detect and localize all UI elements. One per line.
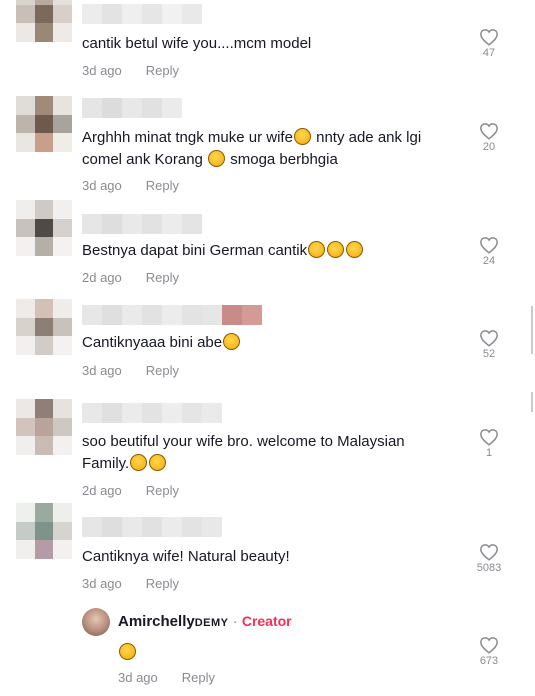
like-count: 24 (482, 255, 496, 267)
comment-text: Arghhh minat tngk muke ur wife nnty ade … (82, 127, 462, 171)
like-count: 47 (482, 47, 496, 59)
like-count: 673 (479, 655, 499, 667)
heart-outline-icon (480, 29, 498, 46)
comment-text-part: Cantiknyaaa bini abe (82, 334, 223, 351)
heart-outline-icon (480, 429, 498, 446)
username-blurred[interactable] (82, 403, 222, 423)
username-blurred[interactable] (82, 305, 262, 325)
avatar[interactable] (16, 0, 72, 42)
comment-time: 2d ago (82, 483, 122, 498)
comment-time: 3d ago (82, 363, 122, 378)
reply-button[interactable]: Reply (146, 270, 179, 285)
comment-time: 3d ago (82, 576, 122, 591)
comment-meta: 3d ago Reply (118, 670, 215, 685)
scrollbar[interactable] (531, 306, 533, 354)
comment-time: 3d ago (82, 63, 122, 78)
like-button[interactable]: 24 (474, 236, 504, 267)
comment-time: 2d ago (82, 270, 122, 285)
comment-text-part: Arghhh minat tngk muke ur wife (82, 129, 293, 146)
reply-button[interactable]: Reply (146, 63, 179, 78)
avatar[interactable] (16, 399, 72, 455)
reply-button[interactable]: Reply (146, 178, 179, 193)
comment-text-part: smoga berbhgia (226, 151, 338, 168)
heart-outline-icon (480, 123, 498, 140)
emoji-icon (149, 454, 167, 471)
emoji-icon (208, 150, 226, 167)
comment-meta: 2d ago Reply (82, 270, 179, 285)
like-count: 20 (482, 141, 496, 153)
comment-meta: 3d ago Reply (82, 63, 179, 78)
comment-meta: 3d ago Reply (82, 576, 179, 591)
emoji-icon (327, 241, 345, 258)
like-button[interactable]: 20 (474, 122, 504, 153)
heart-outline-icon (480, 544, 498, 561)
heart-outline-icon (480, 237, 498, 254)
comment-meta: 3d ago Reply (82, 178, 179, 193)
comment-text: cantik betul wife you....mcm model (82, 35, 312, 52)
comment-text: soo beutiful your wife bro. welcome to M… (82, 431, 442, 475)
username-blurred[interactable] (82, 4, 202, 24)
comment-meta: 2d ago Reply (82, 483, 179, 498)
creator-avatar[interactable] (82, 608, 110, 636)
like-button[interactable]: 47 (474, 28, 504, 59)
reply-button[interactable]: Reply (146, 576, 179, 591)
comment-text-part: Bestnya dapat bini German cantik (82, 242, 308, 259)
comment-meta: 3d ago Reply (82, 363, 179, 378)
reply-button[interactable]: Reply (146, 483, 179, 498)
creator-name-small: DEMY (194, 617, 229, 629)
reply-button[interactable]: Reply (182, 670, 215, 685)
emoji-icon (308, 241, 326, 258)
like-count: 5083 (476, 562, 502, 574)
creator-name-main: Amirchelly (118, 613, 195, 630)
like-button[interactable]: 1 (474, 428, 504, 459)
comment-text: Bestnya dapat bini German cantik (82, 240, 462, 262)
heart-outline-icon (480, 637, 498, 654)
emoji-icon (119, 643, 136, 660)
scrollbar[interactable] (531, 392, 533, 412)
heart-outline-icon (480, 330, 498, 347)
emoji-icon (130, 454, 148, 471)
avatar[interactable] (16, 299, 72, 355)
reply-button[interactable]: Reply (146, 363, 179, 378)
like-button[interactable]: 52 (474, 329, 504, 360)
emoji-icon (223, 333, 241, 350)
like-button[interactable]: 673 (474, 636, 504, 667)
emoji-icon (346, 241, 364, 258)
like-button[interactable]: 5083 (474, 543, 504, 574)
avatar[interactable] (16, 503, 72, 559)
avatar[interactable] (16, 200, 72, 256)
like-count: 1 (485, 447, 493, 459)
creator-badge: Creator (241, 613, 292, 629)
username-blurred[interactable] (82, 98, 182, 118)
username-blurred[interactable] (82, 517, 222, 537)
creator-reply-text (118, 643, 137, 662)
username-blurred[interactable] (82, 214, 202, 234)
creator-separator: · (228, 613, 242, 630)
comment-text: Cantiknyaaa bini abe (82, 332, 462, 354)
comment-time: 3d ago (118, 670, 158, 685)
emoji-icon (293, 128, 311, 145)
like-count: 52 (482, 348, 496, 360)
avatar[interactable] (16, 96, 72, 152)
comment-text: Cantiknya wife! Natural beauty! (82, 548, 290, 565)
creator-name[interactable]: AmirchellyDEMY · Creator (118, 613, 292, 630)
comment-time: 3d ago (82, 178, 122, 193)
